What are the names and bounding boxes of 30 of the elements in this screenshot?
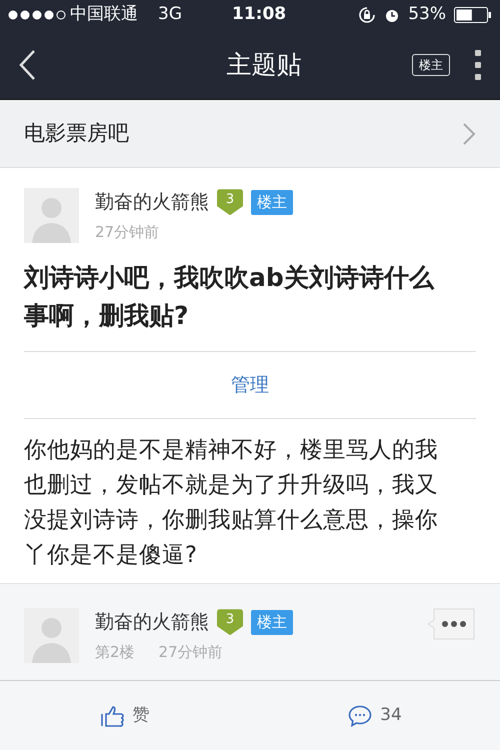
rotation-lock-icon: [358, 6, 376, 24]
comment-icon[interactable]: [348, 704, 372, 726]
level-badge: 3: [217, 609, 243, 636]
page-title: 主题贴: [226, 48, 302, 81]
alarm-icon: [384, 7, 400, 23]
post-time: 27分钟前: [95, 222, 160, 242]
comment-count[interactable]: 34: [380, 702, 402, 728]
forum-name[interactable]: 电影票房吧: [24, 118, 129, 150]
more-options-icon[interactable]: [426, 608, 476, 640]
clock: 11:08: [232, 3, 286, 26]
more-icon[interactable]: [474, 48, 482, 80]
reply-time: 27分钟前: [158, 642, 223, 662]
owner-tag: 楼主: [251, 610, 293, 634]
manage-link[interactable]: 管理: [231, 370, 269, 400]
username[interactable]: 勤奋的火箭熊: [95, 608, 209, 636]
network-type: 3G: [158, 3, 182, 26]
post-body: 你他妈的是不是精神不好，楼里骂人的我也删过，发帖不就是为了升升级吗，我又没提刘诗诗，你删我贴算什么意思，操你丫你是不是傻逼?: [23, 436, 439, 570]
level-badge: 3: [217, 189, 243, 216]
back-icon[interactable]: [18, 48, 36, 80]
floor-number: 第2楼: [95, 642, 135, 662]
battery-icon: [454, 7, 492, 23]
owner-only-button[interactable]: 楼主: [412, 54, 450, 76]
carrier: 中国联通: [70, 3, 138, 26]
signal-icon: [8, 10, 66, 20]
like-label[interactable]: 赞: [132, 702, 150, 728]
username[interactable]: 勤奋的火箭熊: [95, 188, 209, 216]
thumbs-up-icon[interactable]: [100, 704, 124, 726]
owner-tag: 楼主: [251, 190, 293, 214]
post-title: 刘诗诗小吧，我吹吹ab关刘诗诗什么事啊，删我贴?: [22, 262, 436, 332]
battery-percent: 53%: [408, 3, 446, 26]
